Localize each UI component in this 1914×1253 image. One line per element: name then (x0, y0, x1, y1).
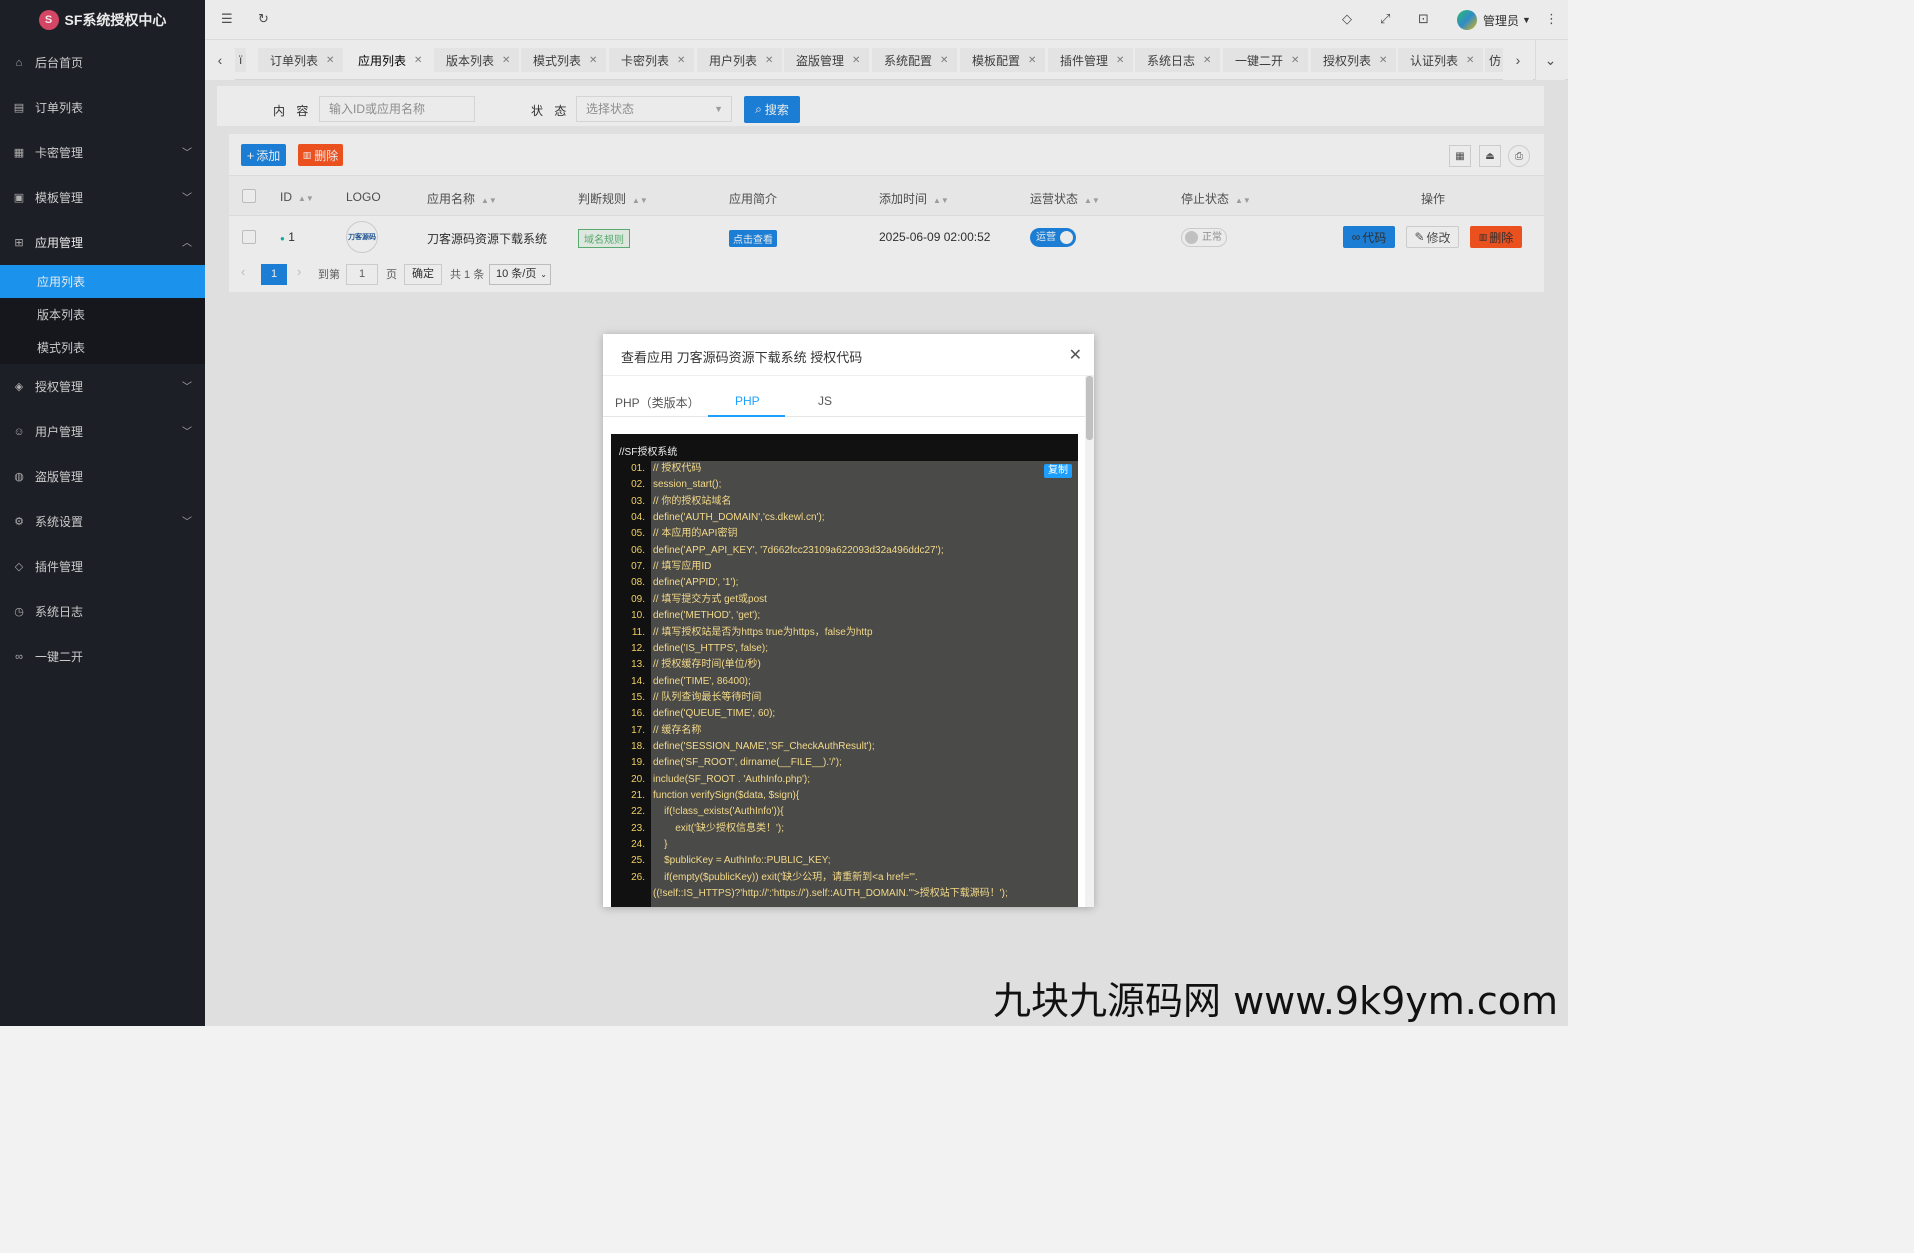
line-number: 25. (631, 855, 645, 867)
line-number: 24. (631, 839, 645, 851)
code-line: 15. // 队列查询最长等待时间 (611, 690, 1078, 706)
line-code: define('METHOD', 'get'); (653, 610, 761, 622)
line-number: 05. (631, 528, 645, 540)
line-number: 23. (631, 822, 645, 834)
watermark-text: 九块九源码网 www.9k9ym.com (993, 979, 1559, 1023)
code-line: 16. define('QUEUE_TIME', 60); (611, 706, 1078, 722)
line-code: exit('缺少授权信息类！'); (653, 822, 785, 834)
line-number: 10. (631, 610, 645, 622)
copy-button[interactable]: 复制 (1044, 464, 1072, 478)
line-number: 08. (631, 577, 645, 589)
line-code: if(empty($publicKey)) exit('缺少公玥，请重新到<a … (653, 871, 918, 883)
line-number: 02. (631, 479, 645, 491)
line-number: 16. (631, 708, 645, 720)
line-code: // 本应用的API密钥 (653, 528, 738, 540)
code-line: 17. // 缓存名称 (611, 723, 1078, 739)
line-number: 17. (631, 724, 645, 736)
line-code: define('SF_ROOT', dirname(__FILE__).'/')… (653, 757, 842, 769)
line-number: 12. (631, 642, 645, 654)
code-line: 09. // 填写提交方式 get或post (611, 592, 1078, 608)
code-line: 10. define('METHOD', 'get'); (611, 608, 1078, 624)
line-code: define('AUTH_DOMAIN','cs.dkewl.cn'); (653, 512, 825, 524)
line-code: // 授权缓存时间(单位/秒) (653, 659, 761, 671)
tab-php-class[interactable]: PHP（类版本） (615, 394, 700, 411)
code-line: 07. // 填写应用ID (611, 559, 1078, 575)
code-line: 04. define('AUTH_DOMAIN','cs.dkewl.cn'); (611, 510, 1078, 526)
modal-title: 查看应用 刀客源码资源下载系统 授权代码 (603, 334, 1094, 376)
code-line: 21. function verifySign($data, $sign){ (611, 788, 1078, 804)
code-header: //SF授权系统 (611, 434, 1078, 461)
line-number: 01. (631, 463, 645, 474)
code-block: //SF授权系统 01. // 授权代码 02. session_start(); 03… (611, 434, 1078, 907)
line-code: include(SF_ROOT . 'AuthInfo.php'); (653, 773, 811, 785)
code-line: 08. define('APPID', '1'); (611, 575, 1078, 591)
line-code: define('SESSION_NAME','SF_CheckAuthResul… (653, 740, 875, 752)
line-number: 14. (631, 675, 645, 687)
line-code: define('TIME', 86400); (653, 675, 751, 687)
code-line: 25. $publicKey = AuthInfo::PUBLIC_KEY; (611, 853, 1078, 869)
tab-js[interactable]: JS (818, 394, 832, 408)
line-number: 04. (631, 512, 645, 524)
line-number: 19. (631, 757, 645, 769)
code-line: ((!self::IS_HTTPS)?'http://':'https://')… (611, 886, 1078, 902)
line-code: // 缓存名称 (653, 724, 702, 736)
code-body: 01. // 授权代码 02. session_start(); 03. // 你的授权站… (611, 461, 1078, 907)
line-code: // 填写提交方式 get或post (653, 593, 767, 605)
line-code: ((!self::IS_HTTPS)?'http://':'https://')… (653, 888, 1008, 900)
line-number: 20. (631, 773, 645, 785)
code-line: 03. // 你的授权站域名 (611, 494, 1078, 510)
code-line: 11. // 填写授权站是否为https true为https，false为htt… (611, 625, 1078, 641)
line-code: } (653, 839, 668, 851)
line-code: session_start(); (653, 479, 722, 491)
code-line: 01. // 授权代码 (611, 461, 1078, 477)
line-code: if(!class_exists('AuthInfo')){ (653, 806, 784, 818)
line-number: 11. (631, 626, 645, 638)
line-code: function verifySign($data, $sign){ (653, 790, 800, 801)
line-number: 07. (631, 561, 645, 573)
code-line: 18. define('SESSION_NAME','SF_CheckAuthRe… (611, 739, 1078, 755)
tab-php[interactable]: PHP (735, 394, 760, 408)
line-number: 18. (631, 740, 645, 752)
auth-code-modal: 查看应用 刀客源码资源下载系统 授权代码 ✕ PHP（类版本） PHP JS /… (603, 334, 1094, 907)
code-line: 24. } (611, 837, 1078, 853)
line-code: define('QUEUE_TIME', 60); (653, 708, 776, 720)
code-line: 22. if(!class_exists('AuthInfo')){ (611, 804, 1078, 820)
line-code: define('APPID', '1'); (653, 577, 739, 589)
code-line: 23. exit('缺少授权信息类！'); (611, 821, 1078, 837)
line-number: 22. (631, 806, 645, 818)
line-number: 26. (631, 871, 645, 883)
line-number: 21. (631, 790, 645, 801)
code-line: 12. define('IS_HTTPS', false); (611, 641, 1078, 657)
line-code: // 队列查询最长等待时间 (653, 691, 762, 703)
modal-scrollbar[interactable] (1085, 376, 1094, 907)
code-tabs: PHP（类版本） PHP JS (603, 376, 1085, 417)
line-number: 15. (631, 691, 645, 703)
line-code: $publicKey = AuthInfo::PUBLIC_KEY; (653, 855, 831, 867)
code-line: 26. if(empty($publicKey)) exit('缺少公玥，请重新… (611, 870, 1078, 886)
code-line: 14. define('TIME', 86400); (611, 674, 1078, 690)
code-line: 05. // 本应用的API密钥 (611, 526, 1078, 542)
line-code: // 你的授权站域名 (653, 495, 732, 507)
code-line: 06. define('APP_API_KEY', '7d662fcc23109a… (611, 543, 1078, 559)
scrollbar-thumb[interactable] (1086, 376, 1093, 440)
code-line: 20. include(SF_ROOT . 'AuthInfo.php'); (611, 772, 1078, 788)
code-line: 13. // 授权缓存时间(单位/秒) (611, 657, 1078, 673)
line-code: // 填写授权站是否为https true为https，false为http (653, 626, 873, 638)
code-line: 02. session_start(); (611, 477, 1078, 493)
close-icon[interactable]: ✕ (1069, 345, 1082, 365)
line-number: 09. (631, 593, 645, 605)
line-code: define('APP_API_KEY', '7d662fcc23109a622… (653, 544, 944, 556)
line-code: // 填写应用ID (653, 561, 712, 573)
line-number: 13. (631, 659, 645, 671)
line-number: 03. (631, 495, 645, 507)
code-line: 19. define('SF_ROOT', dirname(__FILE__).'… (611, 755, 1078, 771)
active-tab-indicator (708, 415, 785, 417)
line-code: // 授权代码 (653, 463, 702, 474)
line-code: define('IS_HTTPS', false); (653, 642, 768, 654)
line-number: 06. (631, 544, 645, 556)
